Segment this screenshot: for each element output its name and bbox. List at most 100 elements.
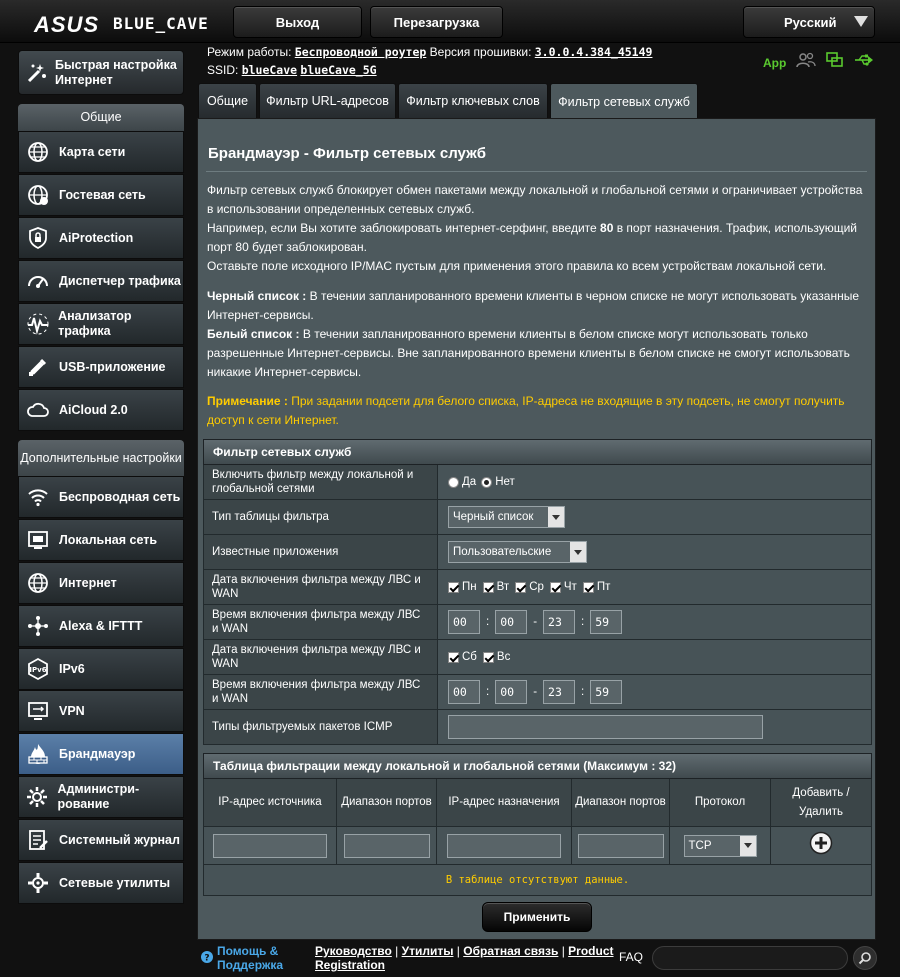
day-checkbox[interactable]: Вс [482,651,510,663]
dest-port-input[interactable] [577,833,664,858]
sidebar-item[interactable]: Брандмауэр [18,733,184,775]
admin-icon [25,784,49,810]
day-label: Вт [496,581,510,593]
page-title: Брандмауэр - Фильтр сетевых служб [208,145,486,162]
weekend-dates-label: Дата включения фильтра между ЛВС и WAN [204,640,438,674]
manual-link[interactable]: Руководство [315,944,392,958]
mode-link[interactable]: Беспроводной роутер [295,45,427,59]
source-ip-input[interactable] [213,833,327,858]
dest-ip-input[interactable] [447,833,561,858]
weekday-start-hour-input[interactable]: 00 [448,610,480,634]
checkmark-icon [482,651,494,663]
footer-links: Руководство | Утилиты | Обратная связь |… [315,944,614,972]
known-apps-select[interactable]: Пользовательские [448,541,587,563]
language-select[interactable]: Русский [743,6,875,38]
wifi-icon [25,484,51,510]
chevron-down-icon [548,507,564,527]
quick-setup-label: Быстрая настройка Интернет [55,57,177,87]
add-rule-icon[interactable] [809,831,833,860]
tab-url-filter[interactable]: Фильтр URL-адресов [259,83,396,118]
sidebar-item[interactable]: AiCloud 2.0 [18,389,184,431]
sidebar-item-label: IPv6 [59,661,85,676]
firmware-link[interactable]: 3.0.0.4.384_45149 [535,45,653,59]
search-icon[interactable] [853,946,877,970]
filter-settings-header: Фильтр сетевых служб [203,439,872,465]
tab-network-services-filter[interactable]: Фильтр сетевых служб [550,83,698,119]
network-monitor-icon[interactable] [826,52,844,73]
globe-icon [25,139,51,165]
description: Фильтр сетевых служб блокирует обмен пак… [207,181,872,276]
ssid-24-link[interactable]: blueCave [242,63,297,77]
day-checkbox[interactable]: Сб [448,651,477,663]
sidebar-item[interactable]: Карта сети [18,131,184,173]
log-icon [25,827,51,853]
day-checkbox[interactable]: Чт [549,581,577,593]
table-type-select[interactable]: Черный список [448,506,565,528]
weekend-start-hour-input[interactable]: 00 [448,680,480,704]
usb-status-icon[interactable] [854,53,874,72]
enable-no-radio[interactable] [481,476,493,488]
sidebar-item[interactable]: VPN [18,690,184,732]
logout-button[interactable]: Выход [233,6,362,38]
enable-no-label: Нет [495,476,515,488]
icmp-input[interactable] [448,715,763,739]
day-checkbox[interactable]: Пт [582,581,610,593]
source-port-input[interactable] [343,833,430,858]
sidebar-item[interactable]: Анализатор трафика [18,303,184,345]
feedback-link[interactable]: Обратная связь [463,944,558,958]
day-checkbox[interactable]: Вт [482,581,510,593]
sidebar-item-label: AiProtection [59,230,134,245]
weekend-end-hour-input[interactable]: 23 [543,680,576,704]
tab-keyword-filter[interactable]: Фильтр ключевых слов [398,83,548,118]
apply-button[interactable]: Применить [482,902,592,932]
day-checkbox[interactable]: Ср [515,581,544,593]
sidebar-item[interactable]: Администри-рование [18,776,184,818]
weekday-end-hour-input[interactable]: 23 [543,610,576,634]
sidebar-item[interactable]: Гостевая сеть [18,174,184,216]
weekend-time-row: Время включения фильтра между ЛВС и WAN … [203,675,872,710]
tab-general[interactable]: Общие [198,83,257,118]
sidebar-item[interactable]: IPv6 IPv6 [18,648,184,690]
weekday-end-minute-input[interactable]: 59 [590,610,623,634]
sidebar-item[interactable]: Alexa & IFTTT [18,605,184,647]
weekday-dates-label: Дата включения фильтра между ЛВС и WAN [204,570,438,604]
reboot-button[interactable]: Перезагрузка [370,6,503,38]
quick-setup-button[interactable]: Быстрая настройка Интернет [18,50,184,95]
weekend-end-minute-input[interactable]: 59 [590,680,623,704]
enable-yes-label: Да [462,476,477,488]
day-label: Ср [529,581,544,593]
day-checkbox[interactable]: Пн [448,581,477,593]
help-icon: ? [201,951,213,966]
sidebar-item[interactable]: Локальная сеть [18,519,184,561]
weekend-checkboxes: Сб Вс [438,640,871,674]
sidebar-item[interactable]: Интернет [18,562,184,604]
sidebar-item[interactable]: Беспроводная сеть [18,476,184,518]
sidebar-item-label: Брандмауэр [59,746,136,761]
sidebar-item[interactable]: Сетевые утилиты [18,862,184,904]
sidebar-item[interactable]: Системный журнал [18,819,184,861]
utilities-link[interactable]: Утилиты [402,944,454,958]
clients-icon[interactable] [796,52,816,73]
svg-text:?: ? [204,954,209,964]
ssid-label: SSID: [207,63,239,77]
weekday-start-minute-input[interactable]: 00 [495,610,528,634]
sidebar-item[interactable]: AiProtection [18,217,184,259]
known-apps-value: Пользовательские [453,546,552,558]
weekend-start-minute-input[interactable]: 00 [495,680,528,704]
faq-search-input[interactable] [652,946,848,970]
sidebar-item[interactable]: Диспетчер трафика [18,260,184,302]
weekday-time-row: Время включения фильтра между ЛВС и WAN … [203,605,872,640]
table-type-row: Тип таблицы фильтра Черный список [203,500,872,535]
sidebar-item[interactable]: USB-приложение [18,346,184,388]
sidebar-item-label: Беспроводная сеть [59,489,181,504]
footer: ? Помощь & Поддержка Руководство | Утили… [197,940,887,977]
ssid-5g-link[interactable]: blueCave_5G [300,63,376,77]
enable-yes-radio[interactable] [448,476,459,488]
checkmark-icon [448,581,459,593]
app-link[interactable]: App [763,56,786,70]
help-support-link[interactable]: Помощь & Поддержка [217,944,297,972]
day-label: Чт [563,581,577,593]
table-type-label: Тип таблицы фильтра [204,500,438,534]
protocol-select[interactable]: TCP [683,834,757,857]
sidebar-item-label: USB-приложение [59,359,166,374]
